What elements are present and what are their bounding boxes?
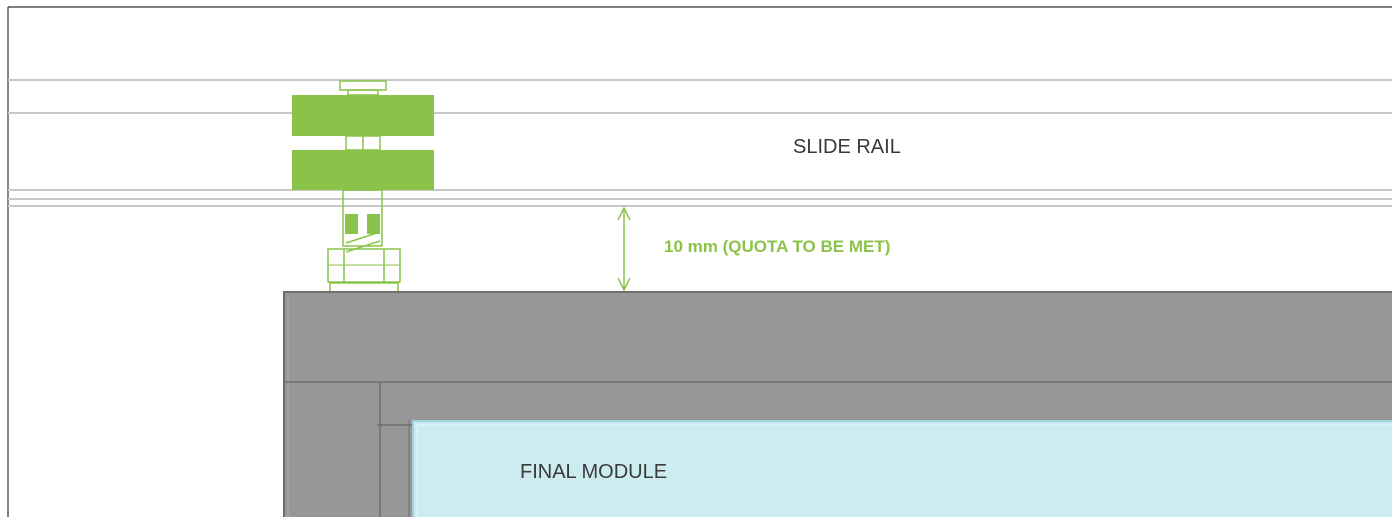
slide-rail-label: SLIDE RAIL [793,136,901,158]
dimension-label: 10 mm (QUOTA TO BE MET) [664,237,891,256]
hanger-assembly [292,80,434,293]
hanger-block-lower [292,150,434,190]
hanger-cap [339,80,387,91]
slide-rail [8,79,1392,207]
diagram-drawing [7,6,1392,517]
final-module-label: FINAL MODULE [520,461,668,483]
hanger-washer [329,282,399,293]
hanger-block-upper [292,95,434,136]
dimension-arrow [617,206,631,292]
diagram-canvas: SLIDE RAIL 10 mm (QUOTA TO BE MET) FINAL… [0,0,1392,517]
